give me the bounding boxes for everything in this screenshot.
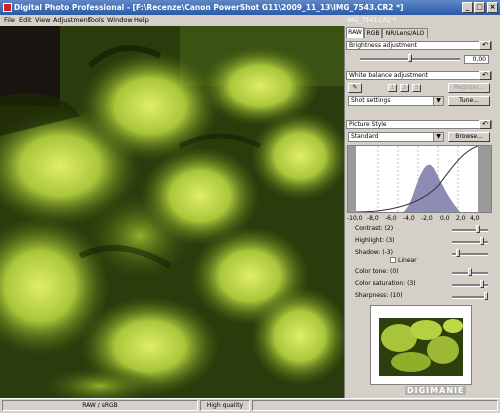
chevron-down-icon: ▼ [433,97,443,105]
color-tone-slider-thumb[interactable] [468,268,472,276]
browse-button[interactable]: Browse... [448,132,490,142]
menu-tools[interactable]: Tools [88,16,104,24]
chevron-down-icon: ▼ [433,133,443,141]
axis-tick-label: -4,0 [403,215,415,222]
tab-nr-lens-alo[interactable]: NR/Lens/ALO [382,28,428,38]
status-quality: High quality [200,400,250,411]
picture-style-select-value: Standard [351,133,379,140]
histogram-graph [348,145,491,213]
linear-checkbox[interactable] [390,257,396,263]
color-saturation-label: Color saturation: (3) [355,280,416,287]
brightness-slider-thumb[interactable] [408,54,412,62]
brightness-label: Brightness adjustment [349,42,417,49]
navigator-thumbnail[interactable] [370,305,472,385]
menu-file[interactable]: File [4,16,15,24]
panel-filename: IMG_7543.CR2 * [347,17,396,24]
picture-style-label: Picture Style [349,121,387,128]
picture-style-header: Picture Style [346,120,492,129]
white-balance-reset-button[interactable]: ↶ [479,71,491,80]
sharpness-slider-thumb[interactable] [484,292,488,300]
axis-tick-label: -6,0 [385,215,397,222]
tab-rgb[interactable]: RGB [364,28,382,38]
watermark-logo: DIGIMANIE [405,386,467,395]
contrast-label: Contrast: (2) [355,225,394,232]
brightness-header: Brightness adjustment [346,41,492,50]
image-view[interactable] [0,26,344,398]
register-button[interactable]: Register... [448,83,490,93]
tab-raw[interactable]: RAW [346,27,364,38]
wb-preset-3[interactable]: 3 [412,84,421,92]
status-empty [252,400,498,411]
axis-tick-label: 2,0 [456,215,466,222]
brightness-value[interactable]: 0,00 [464,55,489,64]
white-balance-header: White balance adjustment [346,71,492,80]
menu-view[interactable]: View [35,16,50,24]
menu-window[interactable]: Window [107,16,133,24]
axis-tick-label: 4,0 [470,215,480,222]
app-icon [3,3,12,12]
white-balance-select[interactable]: Shot settings ▼ [348,96,444,106]
contrast-slider-thumb[interactable] [476,225,480,233]
color-saturation-slider-thumb[interactable] [480,280,484,288]
status-bar: RAW / sRGB High quality [0,398,500,413]
minimize-button[interactable]: _ [462,2,473,13]
axis-tick-label: -8,0 [367,215,379,222]
shadow-label: Shadow: (-3) [355,249,393,256]
contrast-slider[interactable] [452,229,488,232]
tone-curve-histogram[interactable] [347,145,492,213]
highlight-slider-thumb[interactable] [480,237,484,245]
white-balance-select-value: Shot settings [351,97,391,104]
linear-label: Linear [398,257,417,264]
axis-tick-label: -10,0 [347,215,363,222]
eyedropper-icon[interactable]: ✎ [348,83,362,93]
wb-preset-2[interactable]: 2 [400,84,409,92]
sharpness-slider[interactable] [452,296,488,299]
shadow-slider-thumb[interactable] [456,249,460,257]
menu-help[interactable]: Help [134,16,149,24]
menu-adjustment[interactable]: Adjustment [53,16,90,24]
highlight-label: Highlight: (3) [355,237,395,244]
thumbnail-image [371,306,471,384]
white-balance-label: White balance adjustment [349,72,429,79]
axis-tick-label: 0,0 [440,215,450,222]
brightness-reset-button[interactable]: ↶ [479,41,491,50]
picture-style-reset-button[interactable]: ↶ [479,120,491,129]
moss-photo [0,26,344,398]
sharpness-label: Sharpness: (10) [355,292,403,299]
title-bar: Digital Photo Professional - [F:\Recenze… [0,0,500,15]
wb-preset-1[interactable]: 1 [388,84,397,92]
close-button[interactable]: × [487,2,498,13]
color-tone-label: Color tone: (0) [355,268,399,275]
menu-edit[interactable]: Edit [19,16,32,24]
picture-style-select[interactable]: Standard ▼ [348,132,444,142]
tune-button[interactable]: Tune... [448,96,490,106]
status-color-space: RAW / sRGB [2,400,198,411]
maximize-button[interactable]: □ [474,2,485,13]
axis-tick-label: -2,0 [421,215,433,222]
window-title: Digital Photo Professional - [F:\Recenze… [14,3,404,12]
